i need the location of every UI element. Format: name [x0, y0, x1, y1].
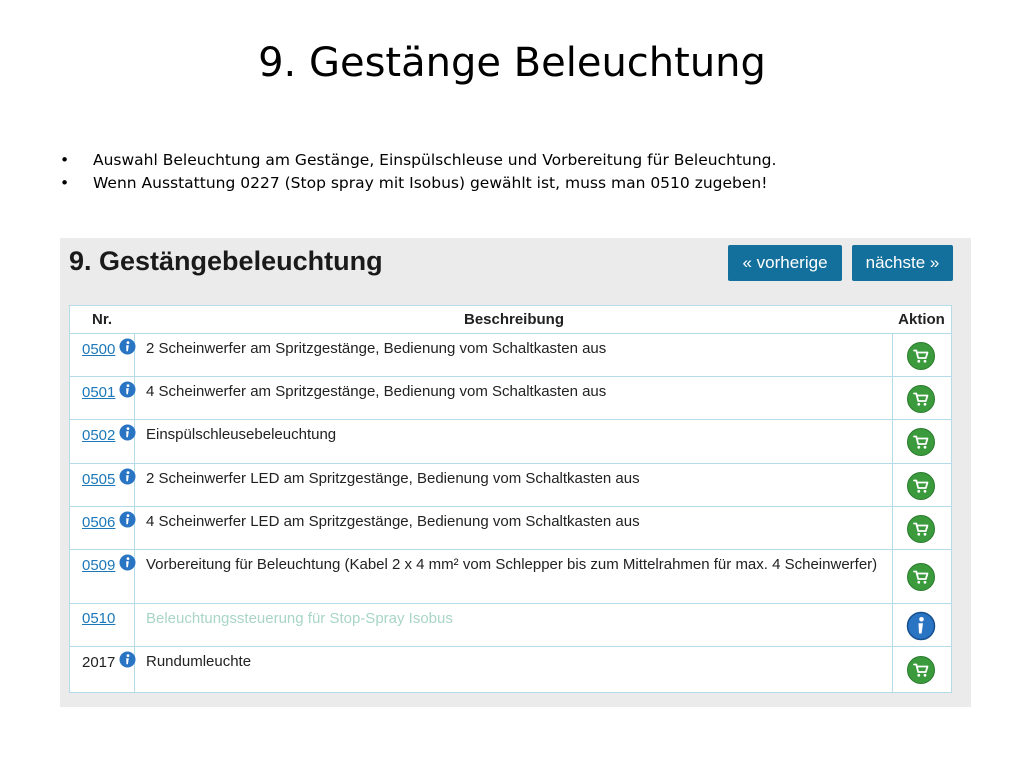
cart-icon[interactable]	[906, 384, 936, 414]
options-panel: 9. Gestängebeleuchtung « vorherige nächs…	[60, 238, 971, 707]
item-number-link[interactable]: 0501	[82, 384, 115, 401]
info-icon[interactable]	[119, 338, 136, 362]
info-icon[interactable]	[119, 511, 136, 535]
table-row: 0502 Einspülschleusebeleuchtung	[70, 419, 951, 464]
item-description: 4 Scheinwerfer am Spritzgestänge, Bedien…	[146, 383, 607, 400]
item-number: 2017	[82, 653, 116, 671]
item-description: Einspülschleusebeleuchtung	[146, 426, 337, 443]
info-icon[interactable]	[119, 468, 136, 492]
table-row: 0510 Beleuchtungssteuerung für Stop-Spray…	[70, 603, 951, 647]
item-number-link[interactable]: 0505	[82, 471, 115, 488]
item-number-cell: 0500	[82, 338, 136, 362]
item-description: 4 Scheinwerfer LED am Spritzgestänge, Be…	[146, 513, 640, 530]
item-number-link[interactable]: 0500	[82, 341, 115, 358]
item-description: 2 Scheinwerfer LED am Spritzgestänge, Be…	[146, 470, 640, 487]
item-number-cell: 0506	[82, 511, 136, 535]
item-description: Beleuchtungssteuerung für Stop-Spray Iso…	[146, 610, 453, 627]
table-row: 0501 4 Scheinwerfer am Spritzgestänge, Be…	[70, 376, 951, 420]
bullet-list: • Auswahl Beleuchtung am Gestänge, Einsp…	[60, 150, 960, 196]
table-row: 0506 4 Scheinwerfer LED am Spritzgestänge…	[70, 506, 951, 550]
item-number-cell: 0505	[82, 468, 136, 492]
previous-button[interactable]: « vorherige	[728, 245, 842, 281]
column-header-action: Aktion	[898, 311, 945, 328]
cart-icon[interactable]	[906, 655, 936, 685]
info-icon[interactable]	[119, 424, 136, 448]
bullet-item: • Auswahl Beleuchtung am Gestänge, Einsp…	[60, 150, 960, 173]
table-row: 2017 Rundumleuchte	[70, 646, 951, 693]
slide-title: 9. Gestänge Beleuchtung	[258, 40, 766, 86]
item-number-link[interactable]: 0506	[82, 514, 115, 531]
table-row: 0505 2 Scheinwerfer LED am Spritzgestänge…	[70, 463, 951, 507]
item-number-cell: 2017	[82, 651, 136, 675]
item-description: Vorbereitung für Beleuchtung (Kabel 2 x …	[146, 556, 878, 573]
bullet-dot: •	[60, 174, 70, 192]
item-number-link[interactable]: 0509	[82, 557, 115, 574]
cart-icon[interactable]	[906, 562, 936, 592]
bullet-item: • Wenn Ausstattung 0227 (Stop spray mit …	[60, 173, 960, 196]
item-number-link[interactable]: 0502	[82, 427, 115, 444]
table-row: 0509 Vorbereitung für Beleuchtung (Kabel …	[70, 549, 951, 604]
column-header-nr: Nr.	[91, 311, 112, 328]
cart-icon[interactable]	[906, 471, 936, 501]
table-row: 0500 2 Scheinwerfer am Spritzgestänge, Be…	[70, 333, 951, 377]
info-icon[interactable]	[119, 651, 136, 675]
bullet-dot: •	[60, 151, 70, 169]
column-header-description: Beschreibung	[463, 311, 565, 328]
cart-icon[interactable]	[906, 514, 936, 544]
bullet-text: Auswahl Beleuchtung am Gestänge, Einspül…	[93, 151, 777, 169]
info-icon[interactable]	[119, 381, 136, 405]
item-description: Rundumleuchte	[146, 653, 252, 670]
next-button[interactable]: nächste »	[852, 245, 953, 281]
item-number-cell: 0510	[82, 608, 115, 630]
bullet-text: Wenn Ausstattung 0227 (Stop spray mit Is…	[93, 174, 768, 192]
cart-icon[interactable]	[906, 341, 936, 371]
item-number-cell: 0501	[82, 381, 136, 405]
panel-title: 9. Gestängebeleuchtung	[69, 246, 383, 276]
cart-icon[interactable]	[906, 427, 936, 457]
item-number-cell: 0509	[82, 554, 136, 578]
options-table: Nr. Beschreibung Aktion 0500 2 Scheinwerf…	[69, 305, 952, 693]
item-description: 2 Scheinwerfer am Spritzgestänge, Bedien…	[146, 340, 607, 357]
info-icon[interactable]	[119, 554, 136, 578]
info-icon[interactable]	[906, 611, 936, 641]
item-number-link[interactable]: 0510	[82, 610, 115, 627]
item-number-cell: 0502	[82, 424, 136, 448]
